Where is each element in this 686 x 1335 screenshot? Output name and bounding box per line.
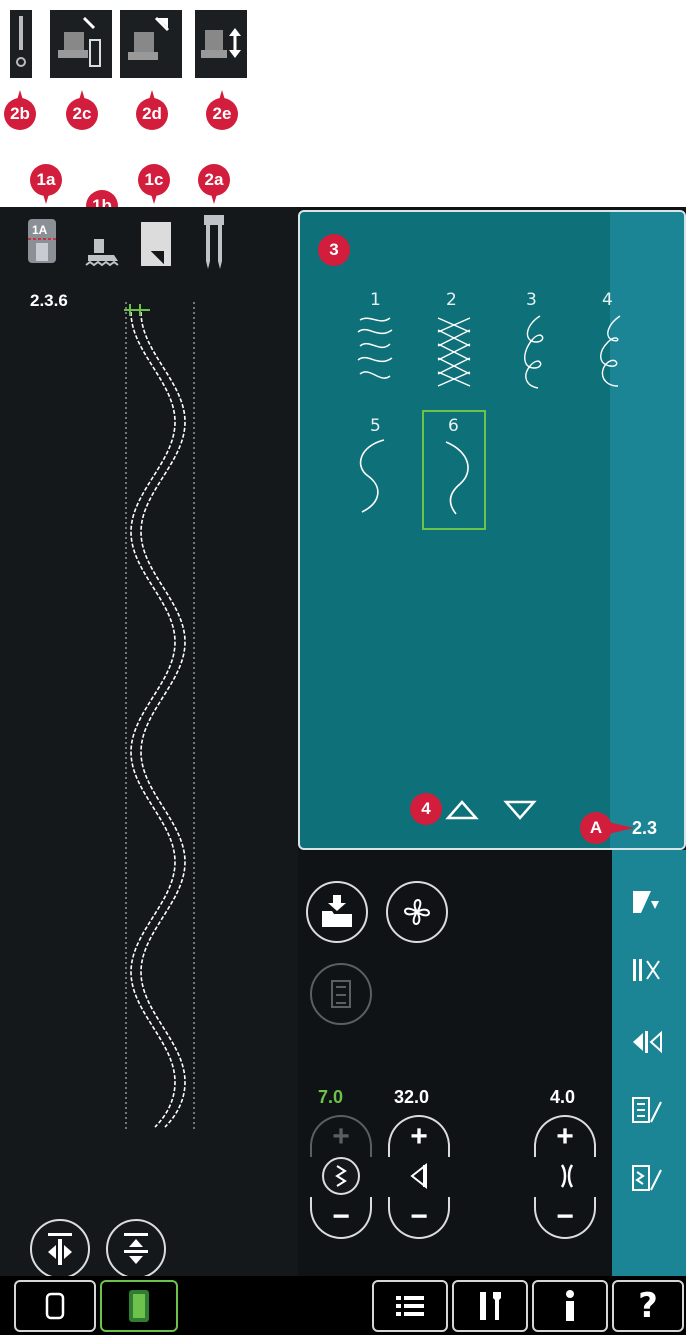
presser-foot-recommendation[interactable]: 1A [26, 215, 58, 267]
callout-1c: 1c [138, 164, 170, 204]
presser-foot-height-tile [50, 10, 112, 78]
settings-menu-button[interactable] [452, 1280, 528, 1332]
stitch-number-5: 5 [370, 416, 381, 436]
stitch-6-selected[interactable]: 6 [422, 410, 486, 530]
stitch-positioning-plus-button[interactable]: + [534, 1115, 596, 1157]
stitch-positioning-minus-button[interactable]: − [534, 1197, 596, 1239]
sequencing-icon [632, 1097, 662, 1123]
stitch-length-value: 32.0 [394, 1087, 430, 1107]
stitch-edit-tab[interactable] [620, 1151, 674, 1205]
presser-foot-height-icon [58, 16, 101, 67]
stitch-menu-panel: 1 2 3 4 5 6 2.3 [298, 210, 686, 850]
stitch-options-tab[interactable] [620, 943, 674, 997]
stitch-number-2: 2 [446, 290, 457, 310]
stitch-positioning-icon [552, 1161, 582, 1191]
callout-4: 4 [410, 793, 442, 825]
callout-2a: 2a [198, 164, 230, 204]
presser-foot-pivot-tile [195, 10, 247, 78]
info-button[interactable] [532, 1280, 608, 1332]
stitch-length-plus-button[interactable]: + [388, 1115, 450, 1157]
stitch-6 [445, 441, 469, 515]
info-icon [566, 1290, 574, 1321]
stitch-preview [124, 302, 195, 1132]
stitch-4[interactable] [588, 312, 638, 392]
mirror-end-to-end-icon [124, 1233, 148, 1264]
sewing-mode-icon [45, 1292, 65, 1320]
presser-foot-label: 1A [32, 223, 48, 237]
embroidery-mode-icon [129, 1290, 149, 1322]
stitch-width-value: 7.0 [318, 1087, 344, 1107]
scroll-up-button[interactable] [442, 794, 482, 824]
stabilizer-indicator[interactable] [140, 221, 172, 267]
stitch-menu-side-strip [610, 212, 684, 848]
list-icon [396, 1296, 424, 1316]
scroll-down-button[interactable] [500, 794, 540, 824]
quick-help-menu-button[interactable] [372, 1280, 448, 1332]
stitch-options-icon [633, 959, 660, 981]
needle-stop-up-down-tile [10, 10, 32, 78]
dynamic-spring-foot-icon [85, 239, 119, 267]
dynamic-spring-foot[interactable] [84, 237, 126, 269]
stitch-number-4: 4 [602, 290, 613, 310]
stitch-width-minus-button[interactable]: − [310, 1197, 372, 1239]
presser-foot-pivot-icon [201, 28, 241, 58]
sewing-screen: 1A 2.3.6 1 2 3 4 5 6 2.3 7.0 32.0 4.0 + … [0, 207, 686, 1335]
stitch-length-minus-button[interactable]: − [388, 1197, 450, 1239]
tools-icon [480, 1292, 501, 1320]
callout-2c: 2c [66, 90, 98, 130]
presser-foot-up-tile [120, 10, 182, 78]
mirror-side-to-side-button[interactable] [30, 1219, 90, 1279]
tapering-icon [633, 1030, 662, 1054]
embroidery-mode-button[interactable] [100, 1280, 178, 1332]
tapering-tab[interactable] [620, 1015, 674, 1069]
stitch-5[interactable] [348, 436, 398, 516]
stitch-1[interactable] [350, 312, 400, 392]
stitch-number-3: 3 [526, 290, 537, 310]
load-stitch-icon [322, 895, 352, 927]
stitch-3[interactable] [510, 312, 560, 392]
load-stitch-button[interactable] [306, 881, 368, 943]
callout-3: 3 [318, 234, 350, 266]
stabilizer-icon [141, 222, 171, 266]
stitch-edit-icon [632, 1165, 662, 1191]
arrow-down-icon [503, 800, 537, 820]
stitch-length-icon [404, 1161, 434, 1191]
stitch-positioning-value: 4.0 [550, 1087, 576, 1107]
mirror-side-to-side-icon [48, 1233, 72, 1265]
stitch-programming-button[interactable] [386, 881, 448, 943]
mirror-end-to-end-button[interactable] [106, 1219, 166, 1279]
stitch-width-icon [322, 1157, 360, 1195]
stitch-creator-disabled-button[interactable] [310, 963, 372, 1025]
twin-needle-icon [204, 215, 224, 269]
fan-stitch-icon [404, 899, 430, 925]
stitch-number-display: 2.3.6 [30, 291, 68, 310]
stitch-2[interactable] [430, 312, 480, 392]
stitch-field: 1A 2.3.6 [0, 207, 298, 1335]
sequencing-tab[interactable] [620, 1083, 674, 1137]
stitch-creator-tab[interactable] [620, 875, 674, 929]
stitch-width-plus-button[interactable]: + [310, 1115, 372, 1157]
sewing-mode-button[interactable] [14, 1280, 96, 1332]
help-button[interactable]: ? [612, 1280, 684, 1332]
callout-1a: 1a [30, 164, 62, 204]
needle-stop-icon [16, 16, 26, 67]
callout-2b: 2b [4, 90, 36, 130]
stitch-number-1: 1 [370, 290, 381, 310]
stitch-creator-disabled-icon [331, 980, 351, 1008]
callout-a-pointer [608, 822, 634, 834]
callout-2d: 2d [136, 90, 168, 130]
arrow-up-icon [445, 800, 479, 820]
stitch-number-6: 6 [448, 416, 459, 436]
presser-foot-up-icon [128, 16, 170, 60]
question-icon: ? [638, 1286, 658, 1326]
twin-needle-indicator[interactable] [198, 215, 230, 269]
stitch-creator-icon [633, 891, 659, 913]
callout-2e: 2e [206, 90, 238, 130]
